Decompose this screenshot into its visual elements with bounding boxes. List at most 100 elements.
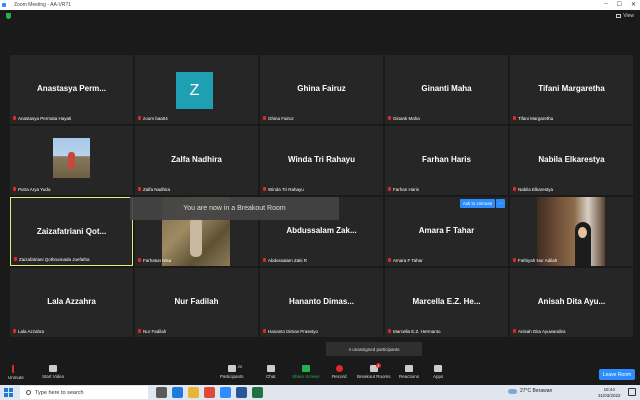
- participant-name: Winda Tri Rahayu: [268, 187, 304, 192]
- participant-name-tag: Fathiyah Nur Adilah: [513, 258, 557, 263]
- participant-tile[interactable]: Zalfa Nadhira Zalfa Nadhira: [135, 126, 258, 195]
- participant-name-tag: Nur Fadilah: [138, 329, 166, 334]
- participant-name: Farhatun Nisa: [143, 258, 172, 263]
- muted-mic-icon: [263, 258, 266, 263]
- muted-mic-icon: [13, 187, 16, 192]
- participant-name: Abdussalam Zaki R: [268, 258, 308, 263]
- participant-tile[interactable]: Anastasya Perm... Anastasya Permata Haya…: [10, 55, 133, 124]
- more-options-button[interactable]: ···: [496, 199, 505, 208]
- breakout-badge: 4: [375, 363, 381, 368]
- file-explorer-icon[interactable]: [188, 387, 199, 398]
- participant-tile[interactable]: Ghina Fairuz Ghina Fairuz: [260, 55, 383, 124]
- participant-name-tag: Abdussalam Zaki R: [263, 258, 307, 263]
- start-button[interactable]: [4, 388, 13, 397]
- breakout-rooms-button[interactable]: 4 Breakout Rooms: [357, 363, 391, 379]
- unmute-label: Unmute: [8, 375, 24, 380]
- notification-icon[interactable]: [628, 388, 636, 396]
- participant-display-name: Anisah Dita Ayu...: [537, 297, 606, 306]
- participant-tile[interactable]: Farhan Haris Farhan Haris: [385, 126, 508, 195]
- participant-tile[interactable]: Tifani Margaretha Tifani Margaretha: [510, 55, 633, 124]
- window-controls: – ☐ ✕: [604, 1, 636, 8]
- taskbar-search[interactable]: Type here to search: [20, 386, 148, 399]
- apps-label: Apps: [433, 374, 444, 379]
- share-screen-button[interactable]: Share Screen: [292, 365, 320, 379]
- participant-tile[interactable]: Nabila Elkarestya Nabila Elkarestya: [510, 126, 633, 195]
- participant-display-name: Zaizafatriani Qot...: [36, 227, 107, 236]
- participant-tile[interactable]: Ginanti Maha Ginanti Maha: [385, 55, 508, 124]
- participant-display-name: Hananto Dimas...: [289, 297, 354, 306]
- maximize-icon[interactable]: ☐: [617, 1, 622, 8]
- participant-display-name: Nur Fadilah: [174, 297, 219, 306]
- taskbar-clock[interactable]: 18:44 31/03/2022: [598, 387, 621, 398]
- participant-tile[interactable]: Nur Fadilah Nur Fadilah: [135, 268, 258, 337]
- security-shield-icon[interactable]: [6, 13, 11, 19]
- video-off-icon: [49, 365, 58, 372]
- ask-to-unmute-button[interactable]: Ask to Unmute: [460, 199, 495, 208]
- participant-name-tag: Marcella E.Z. Hermanto: [388, 329, 441, 334]
- participant-tile[interactable]: Hananto Dimas... Hananto Dimas Prasetyo: [260, 268, 383, 337]
- muted-mic-icon: [12, 365, 19, 373]
- participant-name-tag: Zaizafatriani Qothrunnada Joefatha: [14, 257, 90, 262]
- participant-tile[interactable]: Putra Arya Yuda: [10, 126, 133, 195]
- participant-name: Nur Fadilah: [143, 329, 167, 334]
- reactions-icon: [405, 365, 413, 372]
- muted-mic-icon: [513, 116, 516, 121]
- participant-tile[interactable]: Anisah Dita Ayu... Anisah Dita Ayuwandir…: [510, 268, 633, 337]
- participant-name-tag: Lala Azzahra: [13, 329, 44, 334]
- participant-tile[interactable]: Z zoom baa04: [135, 55, 258, 124]
- participant-display-name: Amara F Tahar: [418, 226, 475, 235]
- excel-icon[interactable]: [252, 387, 263, 398]
- participant-display-name: Anastasya Perm...: [37, 84, 106, 93]
- close-icon[interactable]: ✕: [631, 1, 636, 8]
- participant-display-name: Nabila Elkarestya: [538, 155, 605, 164]
- minimize-icon[interactable]: –: [604, 1, 607, 8]
- weather-text[interactable]: 27°C Berawan: [520, 388, 552, 394]
- participant-display-name: Marcella E.Z. He...: [412, 297, 481, 306]
- video-gallery: Anastasya Perm... Anastasya Permata Haya…: [10, 55, 633, 337]
- muted-mic-icon: [263, 187, 266, 192]
- participants-button[interactable]: 20 Participants: [220, 364, 244, 379]
- start-video-button[interactable]: Start Video: [42, 365, 64, 379]
- participant-name: Anastasya Permata Hayati: [18, 116, 72, 121]
- search-icon: [26, 390, 31, 395]
- leave-room-button[interactable]: Leave Room: [599, 369, 635, 380]
- participant-tile-active-speaker[interactable]: Zaizafatriani Qot... Zaizafatriani Qothr…: [10, 197, 133, 266]
- record-button[interactable]: Record: [332, 365, 347, 379]
- unassigned-participants-notice[interactable]: 4 unassigned participants: [326, 342, 422, 356]
- chat-label: Chat: [266, 374, 276, 379]
- zoom-taskbar-icon[interactable]: [220, 387, 231, 398]
- participant-tile[interactable]: Lala Azzahra Lala Azzahra: [10, 268, 133, 337]
- muted-mic-icon: [263, 329, 266, 334]
- share-screen-label: Share Screen: [292, 374, 320, 379]
- zoom-app-icon: [2, 3, 6, 7]
- task-view-icon[interactable]: [156, 387, 167, 398]
- edge-icon[interactable]: [172, 387, 183, 398]
- participant-tile[interactable]: Marcella E.Z. He... Marcella E.Z. Herman…: [385, 268, 508, 337]
- grid-view-icon: [616, 14, 622, 18]
- participant-tile[interactable]: Fathiyah Nur Adilah: [510, 197, 633, 266]
- chrome-icon[interactable]: [204, 387, 215, 398]
- participant-name: Fathiyah Nur Adilah: [518, 258, 558, 263]
- view-button[interactable]: View: [616, 13, 634, 19]
- muted-mic-icon: [388, 258, 391, 263]
- muted-mic-icon: [513, 329, 516, 334]
- window-title: Zoom Meeting - AA-VR?1: [14, 2, 71, 8]
- unmute-button[interactable]: Unmute: [8, 365, 24, 380]
- participant-name: Tifani Margaretha: [518, 116, 554, 121]
- participants-label: Participants: [220, 374, 244, 379]
- muted-mic-icon: [13, 329, 16, 334]
- participant-display-name: Zalfa Nadhira: [171, 155, 222, 164]
- muted-mic-icon: [388, 116, 391, 121]
- participants-count: 20: [237, 364, 243, 369]
- reactions-button[interactable]: Reactions: [399, 365, 419, 379]
- apps-button[interactable]: Apps: [433, 365, 443, 379]
- muted-mic-icon: [388, 187, 391, 192]
- participant-display-name: Ginanti Maha: [421, 84, 472, 93]
- participant-name-tag: Ginanti Maha: [388, 116, 420, 121]
- chat-button[interactable]: Chat: [266, 365, 276, 379]
- muted-mic-icon: [138, 187, 141, 192]
- participant-tile[interactable]: Winda Tri Rahayu Winda Tri Rahayu: [260, 126, 383, 195]
- participant-name-tag: Farhatun Nisa: [138, 258, 171, 263]
- word-icon[interactable]: [236, 387, 247, 398]
- muted-mic-icon: [138, 329, 141, 334]
